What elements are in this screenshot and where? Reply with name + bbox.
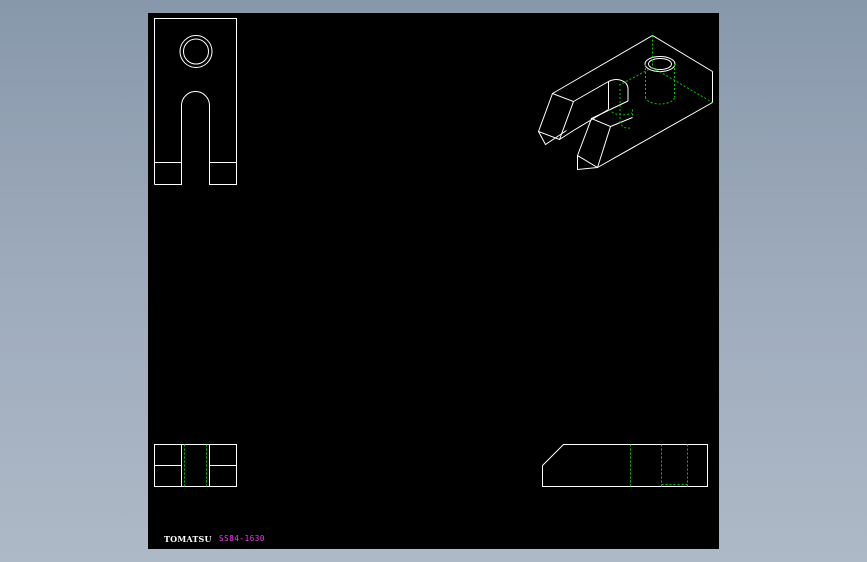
hole-inner-circle [183, 38, 209, 65]
drawing-sheet: TOMATSU SS84-1630 [148, 13, 719, 549]
front-view-outline [154, 18, 237, 185]
iso-hidden-bottom-right [652, 67, 713, 103]
cad-canvas [154, 18, 713, 487]
iso-slot-inner-left [559, 81, 609, 140]
iso-prong-top-edge [590, 72, 713, 114]
title-block-brand: TOMATSU [164, 534, 212, 544]
iso-hidden-bottom-left [618, 67, 653, 86]
iso-top-back-edge [552, 34, 713, 94]
top-view-hidden-lines [184, 444, 207, 487]
front-view [154, 18, 237, 185]
iso-right-prong-face [576, 117, 612, 169]
title-block-part-code: SS84-1630 [219, 534, 266, 543]
iso-left-prong-top [573, 81, 609, 102]
top-view [154, 444, 237, 487]
isometric-view [537, 34, 713, 171]
iso-top-right-edge [633, 72, 713, 89]
side-view [542, 444, 708, 487]
hole-outer-circle [179, 35, 213, 68]
front-view-outline-left [154, 105, 182, 185]
iso-right-face-edge [597, 71, 713, 168]
slot-arc [181, 91, 210, 106]
iso-hidden-hole-bottom [645, 96, 675, 105]
iso-left-prong-face [537, 92, 575, 141]
